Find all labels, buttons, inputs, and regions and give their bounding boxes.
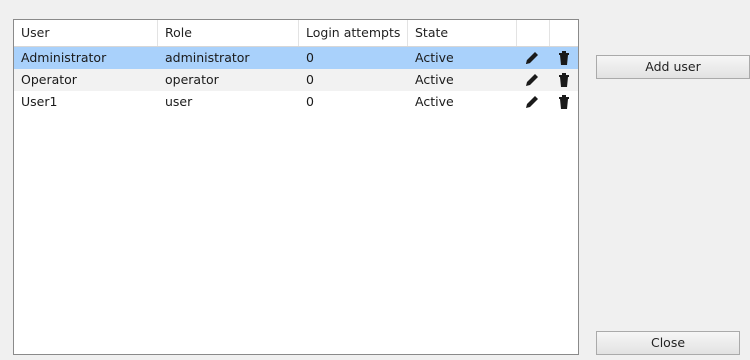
cell-login-attempts: 0 bbox=[306, 72, 314, 87]
column-header-user[interactable]: User bbox=[14, 20, 158, 46]
trash-icon[interactable] bbox=[556, 50, 572, 66]
cell-user: Administrator bbox=[21, 50, 107, 65]
table-row[interactable]: Operator operator 0 Active bbox=[14, 69, 578, 91]
table-row[interactable]: User1 user 0 Active bbox=[14, 91, 578, 113]
column-header-login-attempts[interactable]: Login attempts bbox=[299, 20, 408, 46]
cell-state: Active bbox=[415, 50, 454, 65]
cell-role: user bbox=[165, 94, 193, 109]
cell-user: User1 bbox=[21, 94, 58, 109]
add-user-button[interactable]: Add user bbox=[596, 55, 750, 79]
pencil-icon[interactable] bbox=[524, 94, 540, 110]
cell-user: Operator bbox=[21, 72, 77, 87]
users-grid[interactable]: User Role Login attempts State Administr… bbox=[13, 19, 579, 355]
cell-login-attempts: 0 bbox=[306, 94, 314, 109]
cell-login-attempts: 0 bbox=[306, 50, 314, 65]
user-management-window: User Role Login attempts State Administr… bbox=[0, 0, 750, 360]
cell-role: administrator bbox=[165, 50, 250, 65]
close-button[interactable]: Close bbox=[596, 331, 740, 355]
grid-header: User Role Login attempts State bbox=[14, 20, 578, 47]
pencil-icon[interactable] bbox=[524, 50, 540, 66]
cell-state: Active bbox=[415, 94, 454, 109]
trash-icon[interactable] bbox=[556, 94, 572, 110]
column-header-edit bbox=[517, 20, 550, 46]
cell-state: Active bbox=[415, 72, 454, 87]
cell-role: operator bbox=[165, 72, 219, 87]
pencil-icon[interactable] bbox=[524, 72, 540, 88]
column-header-role[interactable]: Role bbox=[158, 20, 299, 46]
trash-icon[interactable] bbox=[556, 72, 572, 88]
column-header-delete bbox=[550, 20, 578, 46]
table-row[interactable]: Administrator administrator 0 Active bbox=[14, 47, 578, 69]
column-header-state[interactable]: State bbox=[408, 20, 517, 46]
